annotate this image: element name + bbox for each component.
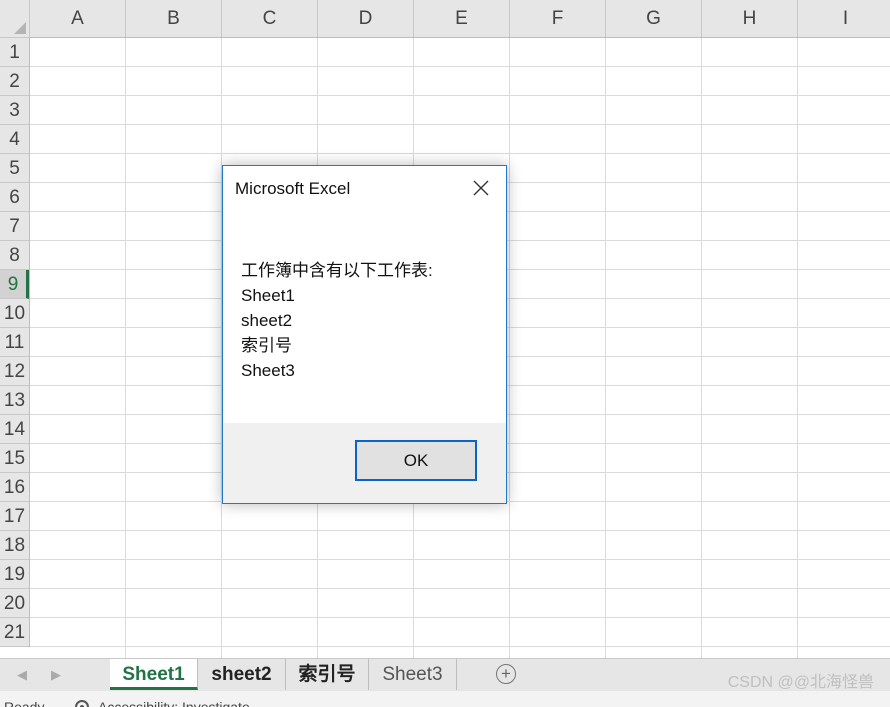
triangle-right-icon[interactable]: ▶ — [42, 659, 70, 692]
row-header[interactable]: 17 — [0, 502, 29, 531]
row-header[interactable]: 19 — [0, 560, 29, 589]
status-bar: Ready Accessibility: Investigate — [0, 691, 890, 707]
row-header[interactable]: 9 — [0, 270, 29, 299]
row-header[interactable]: 11 — [0, 328, 29, 357]
row-header[interactable]: 10 — [0, 299, 29, 328]
accessibility-status[interactable]: Accessibility: Investigate — [98, 699, 250, 707]
column-headers: ABCDEFGHI — [30, 0, 890, 38]
dialog-message: 工作簿中含有以下工作表: Sheet1 sheet2 索引号 Sheet3 — [241, 258, 433, 383]
row-header[interactable]: 8 — [0, 241, 29, 270]
tab-index-number[interactable]: 索引号 — [286, 659, 369, 690]
accessibility-icon[interactable] — [72, 697, 92, 707]
row-header[interactable]: 16 — [0, 473, 29, 502]
message-line-sheet: Sheet3 — [241, 361, 295, 380]
row-header[interactable]: 13 — [0, 386, 29, 415]
close-icon[interactable] — [469, 176, 493, 200]
row-header[interactable]: 21 — [0, 618, 29, 647]
column-header[interactable]: B — [126, 0, 222, 37]
column-header[interactable]: C — [222, 0, 318, 37]
column-header[interactable]: H — [702, 0, 798, 37]
select-all-corner[interactable] — [0, 0, 30, 38]
message-dialog: Microsoft Excel 工作簿中含有以下工作表: Sheet1 shee… — [222, 165, 507, 504]
message-line-header: 工作簿中含有以下工作表: — [241, 261, 433, 280]
row-header[interactable]: 1 — [0, 38, 29, 67]
plus-circle-icon[interactable]: + — [496, 664, 516, 684]
status-ready-text: Ready — [4, 699, 45, 707]
row-headers: 1 2 3 4 5 6 7 8 9 10 11 12 13 14 15 16 17 18 19 20 21 — [0, 38, 30, 647]
row-header[interactable]: 5 — [0, 154, 29, 183]
message-line-sheet: 索引号 — [241, 336, 292, 355]
row-header[interactable]: 12 — [0, 357, 29, 386]
row-header[interactable]: 18 — [0, 531, 29, 560]
tab-sheet1[interactable]: Sheet1 — [110, 659, 198, 690]
column-header[interactable]: G — [606, 0, 702, 37]
dialog-title: Microsoft Excel — [235, 179, 351, 198]
ok-button[interactable]: OK — [355, 440, 477, 481]
triangle-left-icon[interactable]: ◀ — [8, 659, 36, 692]
dialog-footer: OK — [223, 423, 506, 503]
row-header[interactable]: 6 — [0, 183, 29, 212]
message-line-sheet: Sheet1 — [241, 286, 295, 305]
row-header[interactable]: 7 — [0, 212, 29, 241]
tab-sheet2[interactable]: sheet2 — [198, 659, 286, 690]
row-header[interactable]: 15 — [0, 444, 29, 473]
column-header[interactable]: E — [414, 0, 510, 37]
row-header[interactable]: 4 — [0, 125, 29, 154]
row-header[interactable]: 14 — [0, 415, 29, 444]
message-line-sheet: sheet2 — [241, 311, 293, 330]
tab-sheet3[interactable]: Sheet3 — [369, 659, 457, 690]
row-header[interactable]: 3 — [0, 96, 29, 125]
column-header[interactable]: F — [510, 0, 606, 37]
watermark: CSDN @@北海怪兽 — [727, 674, 874, 691]
row-header[interactable]: 2 — [0, 67, 29, 96]
row-header[interactable]: 20 — [0, 589, 29, 618]
column-header[interactable]: D — [318, 0, 414, 37]
column-header[interactable]: I — [798, 0, 890, 37]
column-header[interactable]: A — [30, 0, 126, 37]
